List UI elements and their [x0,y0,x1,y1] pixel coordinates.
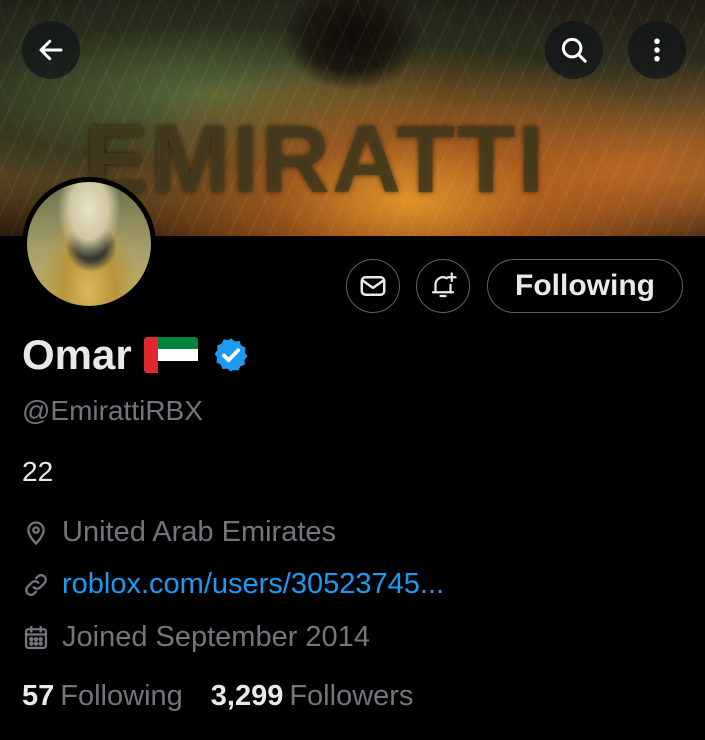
calendar-icon [24,625,48,649]
location-row: United Arab Emirates [22,516,336,549]
website-link[interactable]: roblox.com/users/30523745... [62,568,444,601]
avatar-image [27,182,151,306]
notifications-button[interactable] [416,259,470,313]
following-stat[interactable]: 57 Following [22,680,183,713]
search-button[interactable] [545,21,603,79]
website-row: roblox.com/users/30523745... [22,568,444,601]
uae-flag-icon [143,337,198,373]
joined-row: Joined September 2014 [22,621,370,654]
envelope-icon [360,276,386,296]
link-icon [25,573,47,596]
user-handle: @EmirattiRBX [22,395,203,426]
banner-logo-text: EMIRATTI [84,106,547,213]
location-pin-icon [27,520,45,545]
followers-stat[interactable]: 3,299 Followers [211,680,414,713]
following-button[interactable]: Following [487,259,683,313]
name-row: Omar [22,334,250,376]
avatar[interactable] [22,177,156,311]
search-icon [561,37,587,63]
followers-label: Followers [289,680,414,712]
bio: 22 [22,456,54,487]
joined-text: Joined September 2014 [62,621,370,653]
verified-badge-icon[interactable] [212,336,250,374]
message-button[interactable] [346,259,400,313]
follow-stats: 57 Following 3,299 Followers [22,680,441,713]
arrow-left-icon [39,39,63,61]
display-name: Omar [22,331,132,378]
back-button[interactable] [22,21,80,79]
following-count: 57 [22,680,55,712]
bell-plus-icon [431,272,457,298]
more-vertical-icon [654,38,660,62]
more-options-button[interactable] [628,21,686,79]
followers-count: 3,299 [210,680,284,712]
following-label: Following [60,680,183,712]
location-text: United Arab Emirates [62,516,337,548]
